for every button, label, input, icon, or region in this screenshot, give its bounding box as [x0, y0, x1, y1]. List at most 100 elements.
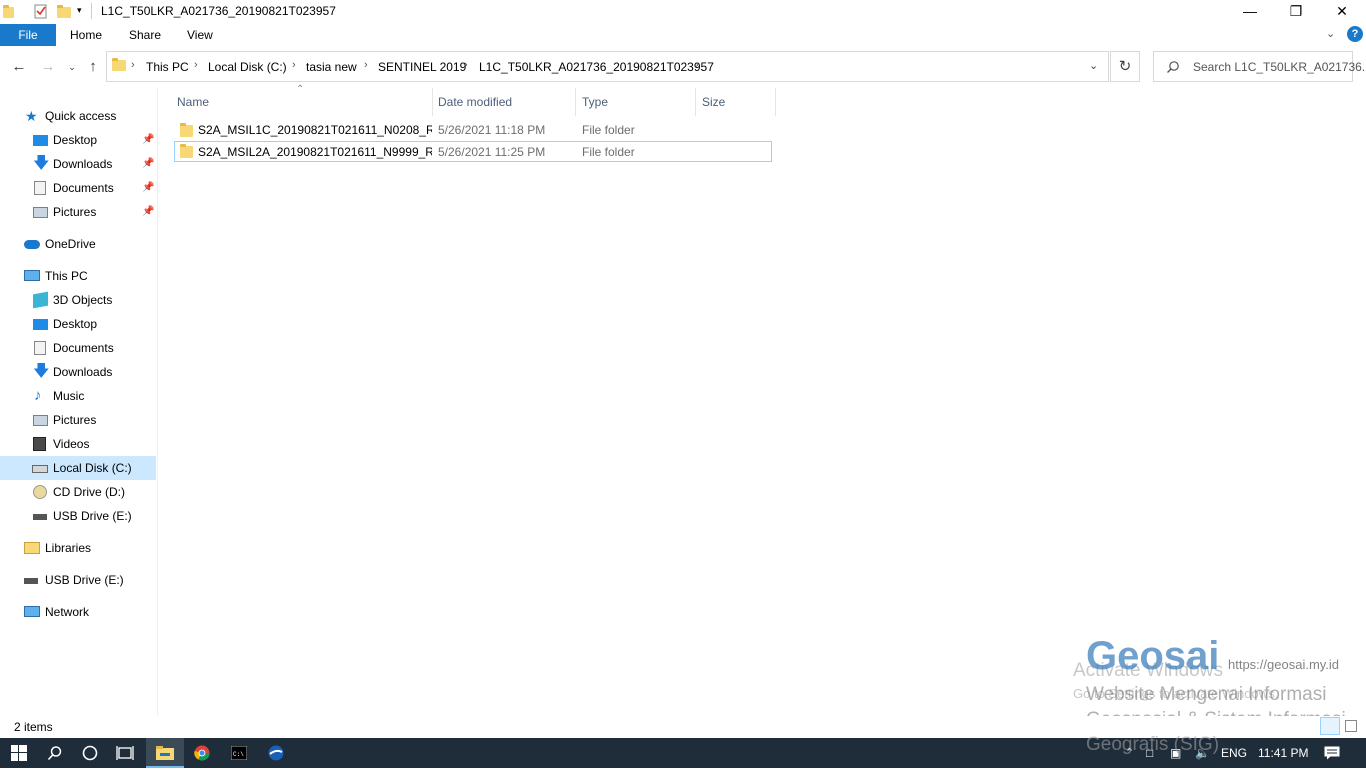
pictures-icon — [33, 207, 48, 218]
chevron-right-icon[interactable]: › — [364, 59, 368, 71]
nav-quick-downloads[interactable]: 🡇 Downloads 📌 — [0, 152, 156, 176]
search-input[interactable]: Search L1C_T50LKR_A021736... — [1153, 51, 1366, 82]
nav-label: Quick access — [45, 109, 117, 123]
clock[interactable]: 11:41 PM — [1258, 738, 1308, 768]
breadcrumb-local-disk[interactable]: Local Disk (C:) — [208, 60, 287, 74]
chevron-right-icon[interactable]: › — [464, 59, 468, 71]
notifications-icon[interactable] — [1324, 738, 1340, 768]
nav-label: USB Drive (E:) — [45, 573, 124, 587]
task-view-icon[interactable] — [106, 738, 144, 768]
geosai-tagline-3: Geografis (SIG) — [1086, 734, 1220, 755]
nav-pc-music[interactable]: ♪ Music — [0, 384, 156, 408]
nav-pc-documents[interactable]: Documents — [0, 336, 156, 360]
maximize-button[interactable]: ❐ — [1273, 0, 1319, 24]
column-type[interactable]: Type — [576, 88, 696, 116]
nav-usb-drive[interactable]: USB Drive (E:) — [0, 504, 156, 528]
language-indicator[interactable]: ENG — [1221, 738, 1247, 768]
file-row[interactable]: S2A_MSIL1C_20190821T021611_N0208_R0... 5… — [174, 120, 772, 141]
nav-pc-pictures[interactable]: Pictures — [0, 408, 156, 432]
nav-label: Desktop — [53, 317, 98, 331]
tab-view[interactable]: View — [187, 24, 213, 46]
recent-locations-icon[interactable]: ⌄ — [62, 58, 82, 78]
file-explorer-taskbar-icon[interactable] — [146, 738, 184, 768]
breadcrumb-this-pc[interactable]: This PC — [146, 60, 189, 74]
chevron-right-icon[interactable]: › — [695, 59, 699, 71]
pin-icon[interactable]: 📌 — [142, 200, 154, 224]
nav-label: Local Disk (C:) — [53, 461, 132, 475]
breadcrumb-current[interactable]: L1C_T50LKR_A021736_20190821T023957 — [479, 60, 714, 74]
nav-pc-downloads[interactable]: 🡇 Downloads — [0, 360, 156, 384]
details-view-icon[interactable] — [1320, 717, 1340, 735]
address-bar[interactable]: › This PC › Local Disk (C:) › tasia new … — [106, 51, 1109, 82]
usb-drive-icon — [24, 578, 38, 584]
forward-arrow-icon[interactable]: → — [38, 58, 58, 78]
large-icons-view-icon[interactable] — [1345, 720, 1357, 732]
customize-toolbar-icon[interactable]: ▾ — [77, 5, 82, 16]
nav-pc-videos[interactable]: Videos — [0, 432, 156, 456]
pin-icon[interactable]: 📌 — [142, 128, 154, 152]
tab-file[interactable]: File — [0, 24, 56, 46]
libraries-icon — [24, 542, 40, 554]
chevron-right-icon[interactable]: › — [131, 59, 135, 71]
nav-onedrive[interactable]: OneDrive — [0, 232, 156, 256]
pin-icon[interactable]: 📌 — [142, 152, 154, 176]
search-icon — [1167, 61, 1179, 73]
drive-icon — [32, 465, 48, 473]
nav-usb-root[interactable]: USB Drive (E:) — [0, 568, 156, 592]
chevron-right-icon[interactable]: › — [194, 59, 198, 71]
chrome-icon[interactable] — [183, 738, 221, 768]
cortana-icon[interactable] — [71, 738, 109, 768]
tab-share[interactable]: Share — [129, 24, 161, 46]
nav-quick-desktop[interactable]: Desktop 📌 — [0, 128, 156, 152]
search-placeholder: Search L1C_T50LKR_A021736... — [1193, 60, 1366, 74]
search-icon[interactable] — [36, 738, 74, 768]
nav-this-pc[interactable]: This PC — [0, 264, 156, 288]
documents-icon — [34, 181, 46, 195]
new-folder-icon[interactable] — [57, 4, 71, 18]
nav-quick-access[interactable]: ★ Quick access — [0, 104, 156, 128]
nav-cd-drive[interactable]: CD Drive (D:) — [0, 480, 156, 504]
music-icon: ♪ — [34, 387, 42, 404]
refresh-icon: ↻ — [1118, 58, 1132, 75]
item-count: 2 items — [14, 720, 53, 734]
nav-network[interactable]: Network — [0, 600, 156, 624]
nav-label: Network — [45, 605, 90, 619]
chevron-right-icon[interactable]: › — [292, 59, 296, 71]
nav-label: Videos — [53, 437, 90, 451]
pin-icon[interactable]: 📌 — [142, 176, 154, 200]
geosai-url: https://geosai.my.id — [1228, 657, 1340, 672]
nav-label: Pictures — [53, 205, 97, 219]
back-arrow-icon[interactable]: ← — [9, 58, 29, 78]
column-name[interactable]: Name — [171, 88, 433, 116]
nav-libraries[interactable]: Libraries — [0, 536, 156, 560]
file-name: S2A_MSIL2A_20190821T021611_N9999_R0... — [198, 145, 432, 159]
breadcrumb-tasia-new[interactable]: tasia new — [306, 60, 357, 74]
nav-3d-objects[interactable]: 3D Objects — [0, 288, 156, 312]
nav-quick-pictures[interactable]: Pictures 📌 — [0, 200, 156, 224]
tab-home[interactable]: Home — [70, 24, 102, 46]
help-icon[interactable]: ? — [1347, 26, 1363, 42]
up-arrow-icon[interactable]: ↑ — [83, 58, 103, 78]
nav-label: This PC — [45, 269, 88, 283]
nav-label: Documents — [53, 181, 114, 195]
minimize-button[interactable]: — — [1227, 0, 1273, 24]
address-dropdown-icon[interactable]: ⌄ — [1089, 59, 1098, 72]
folder-icon — [180, 123, 193, 137]
refresh-button[interactable]: ↻ — [1110, 51, 1140, 82]
windows-start-icon[interactable] — [0, 738, 38, 768]
nav-pc-desktop[interactable]: Desktop — [0, 312, 156, 336]
desktop-icon — [33, 319, 48, 330]
nav-quick-documents[interactable]: Documents 📌 — [0, 176, 156, 200]
column-date-modified[interactable]: Date modified — [432, 88, 576, 116]
close-button[interactable]: ✕ — [1319, 0, 1365, 24]
app-icon[interactable] — [257, 738, 295, 768]
nav-local-disk[interactable]: Local Disk (C:) — [0, 456, 156, 480]
navigation-pane: ★ Quick access Desktop 📌 🡇 Downloads 📌 D… — [0, 88, 158, 716]
file-row[interactable]: S2A_MSIL2A_20190821T021611_N9999_R0... 5… — [174, 141, 772, 162]
properties-icon[interactable] — [34, 4, 48, 19]
column-size[interactable]: Size — [696, 88, 776, 116]
breadcrumb-sentinel[interactable]: SENTINEL 2019 — [378, 60, 466, 74]
cloud-icon — [24, 240, 40, 249]
expand-ribbon-icon[interactable]: ⌄ — [1326, 27, 1335, 40]
command-prompt-icon[interactable]: C:\ — [220, 738, 258, 768]
